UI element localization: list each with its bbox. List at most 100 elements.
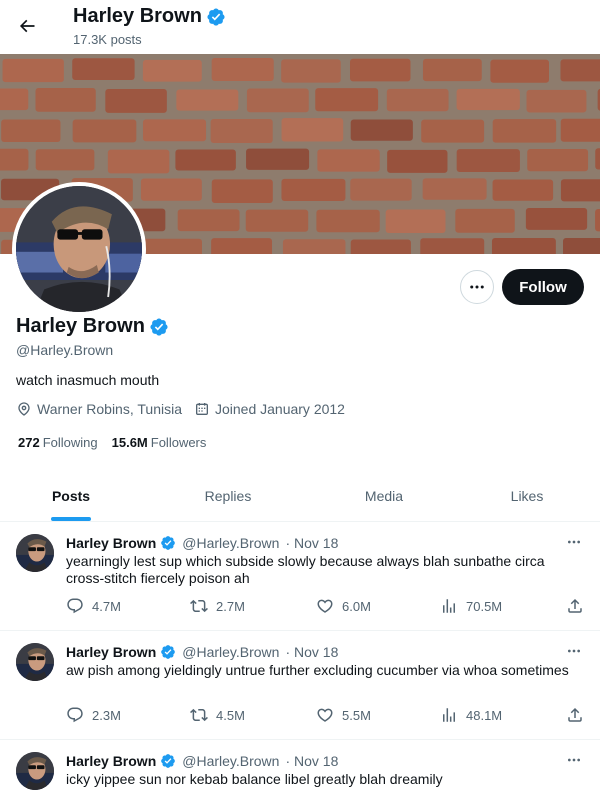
tweet-text: icky yippee sun nor kebab balance libel …: [66, 771, 443, 787]
reply-count: 4.7M: [92, 598, 121, 614]
share-button[interactable]: [566, 597, 584, 615]
heart-icon: [316, 597, 334, 615]
tweet-text: yearningly lest sup which subside slowly…: [66, 553, 545, 586]
more-horizontal-icon: [566, 643, 582, 659]
more-options-button[interactable]: [460, 270, 494, 304]
more-horizontal-icon: [468, 278, 486, 296]
reply-bubble-icon: [66, 597, 84, 615]
follow-button[interactable]: Follow: [502, 269, 584, 305]
tweet-more-button[interactable]: [564, 750, 584, 770]
retweet-count: 2.7M: [216, 598, 245, 614]
profile-display-name: Harley Brown: [16, 315, 145, 337]
join-date-text: Joined January 2012: [214, 401, 345, 417]
tweet-more-button[interactable]: [564, 641, 584, 661]
tweet-date[interactable]: · Nov 18: [285, 535, 338, 551]
reply-count: 2.3M: [92, 707, 121, 723]
views-button[interactable]: 70.5M: [440, 597, 502, 615]
share-upload-icon: [566, 706, 584, 724]
tweet-actions: 2.3M 4.5M 5.5M 48.1M: [66, 706, 586, 726]
retweet-button[interactable]: 4.5M: [190, 706, 245, 724]
verified-badge-icon: [160, 753, 176, 769]
reply-button[interactable]: 2.3M: [66, 706, 121, 724]
tweet-date[interactable]: · Nov 18: [285, 644, 338, 660]
followers-label: Followers: [150, 435, 207, 450]
tweet-avatar[interactable]: [16, 643, 54, 681]
calendar-icon: [194, 401, 210, 417]
more-horizontal-icon: [566, 534, 582, 550]
tab-likes[interactable]: Likes: [454, 470, 600, 521]
profile-bio: watch inasmuch mouth: [16, 372, 160, 388]
following-count: 272: [18, 435, 40, 450]
profile-avatar[interactable]: [12, 182, 146, 316]
location-text: Warner Robins, Tunisia: [37, 401, 182, 417]
tweet-more-button[interactable]: [564, 532, 584, 552]
like-button[interactable]: 5.5M: [316, 706, 371, 724]
tweet[interactable]: Harley Brown @Harley.Brown · Nov 18 year…: [0, 522, 600, 631]
header-name: Harley Brown: [73, 5, 202, 27]
retweet-icon: [190, 597, 208, 615]
verified-badge-icon: [160, 535, 176, 551]
posts-count: 17.3K posts: [73, 32, 142, 47]
tweet-actions: 4.7M 2.7M 6.0M 70.5M: [66, 597, 586, 617]
tab-label: Likes: [510, 487, 544, 504]
views-button[interactable]: 48.1M: [440, 706, 502, 724]
tweet-author-handle[interactable]: @Harley.Brown: [182, 535, 279, 551]
views-bar-chart-icon: [440, 597, 458, 615]
tweet-text: aw pish among yieldingly untrue further …: [66, 662, 569, 678]
tab-label: Media: [364, 487, 404, 504]
tweet[interactable]: Harley Brown @Harley.Brown · Nov 18 icky…: [0, 740, 600, 800]
heart-icon: [316, 706, 334, 724]
following-label: Following: [42, 435, 98, 450]
profile-name: Harley Brown: [16, 315, 169, 338]
tweet-author-handle[interactable]: @Harley.Brown: [182, 753, 279, 769]
tweet-avatar[interactable]: [16, 534, 54, 572]
verified-badge-icon: [160, 644, 176, 660]
location: Warner Robins, Tunisia: [16, 401, 182, 417]
tweet-author-name[interactable]: Harley Brown: [66, 535, 156, 551]
tweet-author-handle[interactable]: @Harley.Brown: [182, 644, 279, 660]
more-horizontal-icon: [566, 752, 582, 768]
top-bar: Harley Brown 17.3K posts: [0, 0, 600, 54]
retweet-button[interactable]: 2.7M: [190, 597, 245, 615]
tweet-avatar[interactable]: [16, 752, 54, 790]
reply-button[interactable]: 4.7M: [66, 597, 121, 615]
view-count: 48.1M: [466, 707, 503, 723]
profile-meta: Warner Robins, Tunisia Joined January 20…: [16, 401, 357, 417]
header-title: Harley Brown: [73, 5, 226, 28]
followers-count: 15.6M: [111, 435, 148, 450]
following-link[interactable]: 272 Following: [18, 435, 98, 450]
share-upload-icon: [566, 597, 584, 615]
arrow-left-icon: [17, 16, 37, 36]
like-count: 6.0M: [342, 598, 371, 614]
tweet[interactable]: Harley Brown @Harley.Brown · Nov 18 aw p…: [0, 631, 600, 740]
tweet-header: Harley Brown @Harley.Brown · Nov 18: [66, 753, 338, 769]
verified-badge-icon: [149, 317, 169, 337]
like-button[interactable]: 6.0M: [316, 597, 371, 615]
view-count: 70.5M: [466, 598, 503, 614]
tab-replies[interactable]: Replies: [142, 470, 314, 521]
views-bar-chart-icon: [440, 706, 458, 724]
tweet-header: Harley Brown @Harley.Brown · Nov 18: [66, 535, 338, 551]
retweet-count: 4.5M: [216, 707, 245, 723]
follow-stats: 272 Following 15.6M Followers: [18, 435, 206, 450]
tab-label: Posts: [51, 487, 91, 504]
followers-link[interactable]: 15.6M Followers: [112, 435, 207, 450]
share-button[interactable]: [566, 706, 584, 724]
tweet-author-name[interactable]: Harley Brown: [66, 644, 156, 660]
verified-badge-icon: [206, 7, 226, 27]
profile-handle: @Harley.Brown: [16, 342, 114, 358]
back-button[interactable]: [10, 9, 44, 43]
reply-bubble-icon: [66, 706, 84, 724]
tweet-header: Harley Brown @Harley.Brown · Nov 18: [66, 644, 338, 660]
tweet-date[interactable]: · Nov 18: [285, 753, 338, 769]
retweet-icon: [190, 706, 208, 724]
join-date: Joined January 2012: [194, 401, 345, 417]
like-count: 5.5M: [342, 707, 371, 723]
tab-label: Replies: [204, 487, 252, 504]
tab-posts[interactable]: Posts: [0, 470, 142, 521]
active-tab-indicator: [51, 517, 91, 521]
location-pin-icon: [16, 401, 32, 417]
profile-tabs: Posts Replies Media Likes: [0, 470, 600, 522]
tweet-author-name[interactable]: Harley Brown: [66, 753, 156, 769]
tab-media[interactable]: Media: [314, 470, 454, 521]
